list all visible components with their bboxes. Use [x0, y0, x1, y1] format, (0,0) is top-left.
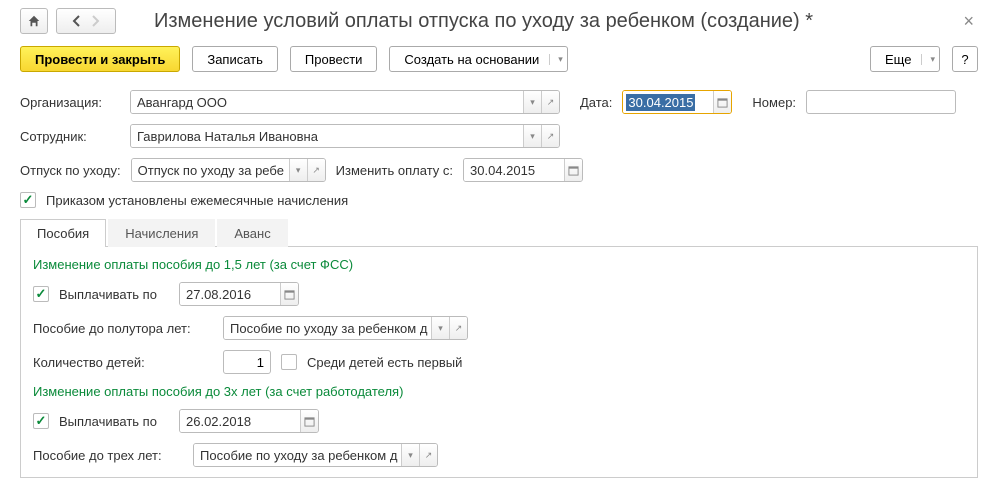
benefit-1-5-select[interactable]: Пособие по уходу за ребенком д ▾ ↗ [223, 316, 468, 340]
first-child-label: Среди детей есть первый [307, 355, 462, 370]
children-count-input[interactable] [223, 350, 271, 374]
dropdown-icon[interactable]: ▾ [523, 91, 541, 113]
benefit-3-label: Пособие до трех лет: [33, 448, 183, 463]
children-count-label: Количество детей: [33, 355, 213, 370]
benefit-1-5-value: Пособие по уходу за ребенком д [224, 317, 431, 339]
date-value: 30.04.2015 [626, 94, 695, 111]
pay-until-1-checkbox[interactable] [33, 286, 49, 302]
create-based-on-button[interactable]: Создать на основании [389, 46, 567, 72]
org-label: Организация: [20, 95, 120, 110]
calendar-icon[interactable] [564, 159, 582, 181]
tab-benefits[interactable]: Пособия [20, 219, 106, 247]
calendar-icon[interactable] [713, 91, 731, 113]
post-and-close-button[interactable]: Провести и закрыть [20, 46, 180, 72]
pay-until-2-value: 26.02.2018 [180, 410, 300, 432]
dropdown-icon[interactable]: ▾ [431, 317, 449, 339]
open-ref-icon[interactable]: ↗ [449, 317, 467, 339]
date-input[interactable]: 30.04.2015 [622, 90, 732, 114]
arrow-left-icon [72, 15, 82, 27]
nav-back-forward[interactable] [56, 8, 116, 34]
org-select[interactable]: Авангард ООО ▾ ↗ [130, 90, 560, 114]
calendar-icon[interactable] [300, 410, 318, 432]
home-button[interactable] [20, 8, 48, 34]
change-from-label: Изменить оплату с: [336, 163, 453, 178]
more-button[interactable]: Еще [870, 46, 940, 72]
tab-body-benefits: Изменение оплаты пособия до 1,5 лет (за … [20, 247, 978, 478]
employee-select[interactable]: Гаврилова Наталья Ивановна ▾ ↗ [130, 124, 560, 148]
date-label: Дата: [580, 95, 612, 110]
help-button[interactable]: ? [952, 46, 978, 72]
save-button[interactable]: Записать [192, 46, 278, 72]
benefit-3-value: Пособие по уходу за ребенком д [194, 444, 401, 466]
pay-until-2-checkbox[interactable] [33, 413, 49, 429]
tab-accruals[interactable]: Начисления [108, 219, 215, 247]
leave-label: Отпуск по уходу: [20, 163, 121, 178]
dropdown-icon[interactable]: ▾ [401, 444, 419, 466]
change-from-input[interactable]: 30.04.2015 [463, 158, 583, 182]
change-from-value: 30.04.2015 [464, 159, 564, 181]
first-child-checkbox[interactable] [281, 354, 297, 370]
leave-value: Отпуск по уходу за ребе [132, 159, 289, 181]
page-title: Изменение условий оплаты отпуска по уход… [154, 10, 951, 33]
tab-advance[interactable]: Аванс [217, 219, 287, 247]
leave-select[interactable]: Отпуск по уходу за ребе ▾ ↗ [131, 158, 326, 182]
arrow-right-icon [90, 15, 100, 27]
section-1-5-title: Изменение оплаты пособия до 1,5 лет (за … [33, 257, 965, 272]
pay-until-1-value: 27.08.2016 [180, 283, 280, 305]
number-label: Номер: [752, 95, 796, 110]
org-value: Авангард ООО [131, 91, 523, 113]
open-ref-icon[interactable]: ↗ [541, 125, 559, 147]
employee-value: Гаврилова Наталья Ивановна [131, 125, 523, 147]
open-ref-icon[interactable]: ↗ [541, 91, 559, 113]
order-checkbox[interactable] [20, 192, 36, 208]
open-ref-icon[interactable]: ↗ [419, 444, 437, 466]
close-button[interactable]: × [959, 11, 978, 32]
dropdown-icon[interactable]: ▾ [523, 125, 541, 147]
pay-until-1-label: Выплачивать по [59, 287, 169, 302]
benefit-3-select[interactable]: Пособие по уходу за ребенком д ▾ ↗ [193, 443, 438, 467]
post-button[interactable]: Провести [290, 46, 378, 72]
number-input[interactable] [806, 90, 956, 114]
pay-until-1-input[interactable]: 27.08.2016 [179, 282, 299, 306]
open-ref-icon[interactable]: ↗ [307, 159, 325, 181]
benefit-1-5-label: Пособие до полутора лет: [33, 321, 213, 336]
pay-until-2-label: Выплачивать по [59, 414, 169, 429]
section-3-title: Изменение оплаты пособия до 3х лет (за с… [33, 384, 965, 399]
order-checkbox-label: Приказом установлены ежемесячные начисле… [46, 193, 348, 208]
calendar-icon[interactable] [280, 283, 298, 305]
home-icon [27, 14, 41, 28]
pay-until-2-input[interactable]: 26.02.2018 [179, 409, 319, 433]
employee-label: Сотрудник: [20, 129, 120, 144]
dropdown-icon[interactable]: ▾ [289, 159, 307, 181]
